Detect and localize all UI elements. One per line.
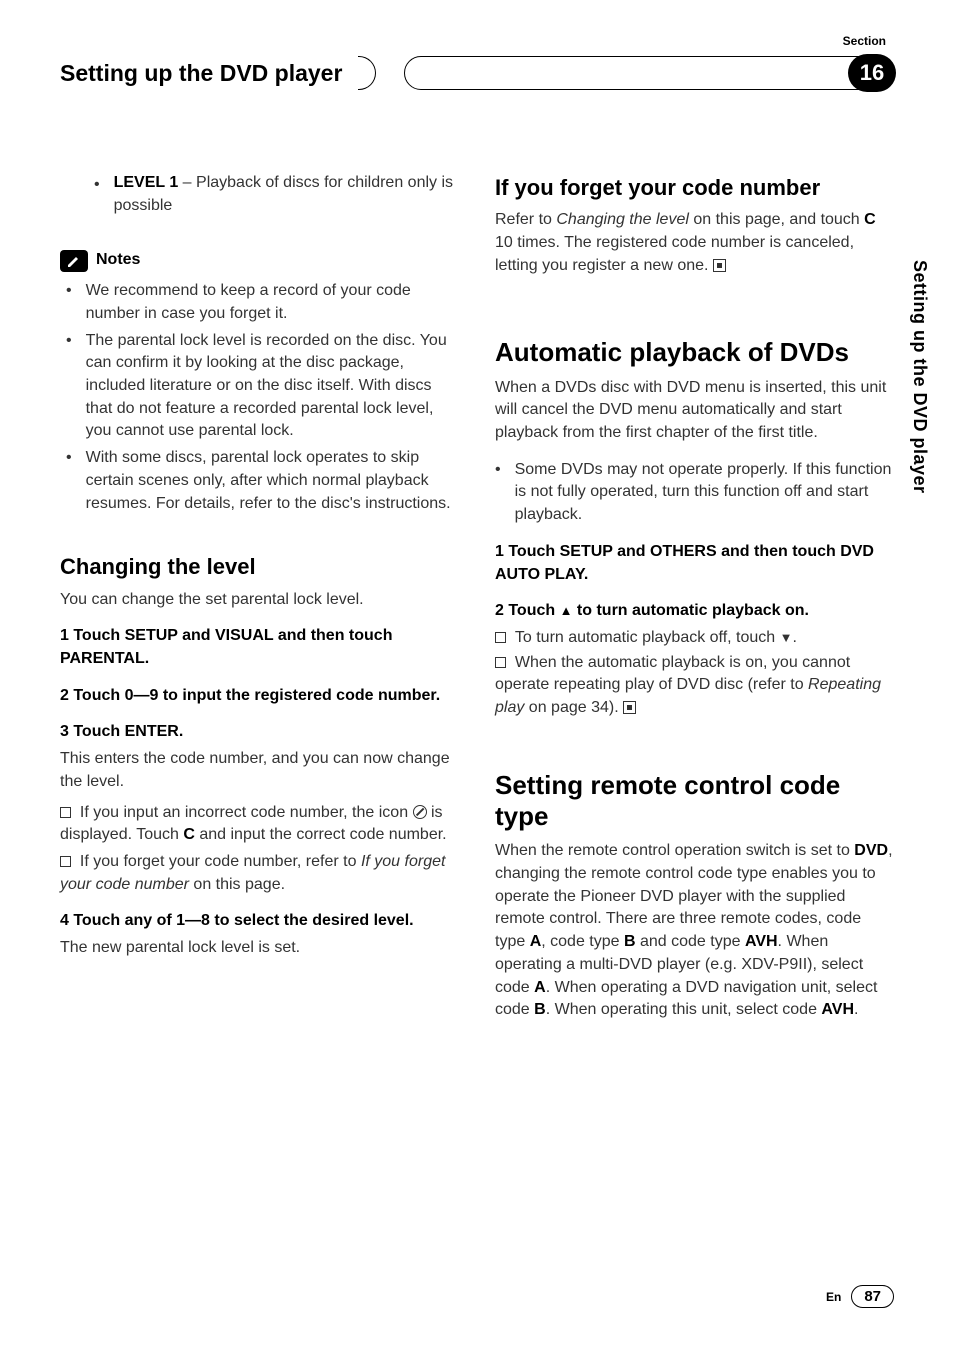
notes-label: Notes [96, 249, 140, 272]
bullet-icon: • [94, 172, 100, 217]
note-item: • The parental lock level is recorded on… [66, 330, 459, 444]
heading-auto-playback: Automatic playback of DVDs [495, 337, 894, 368]
page-footer: En 87 [826, 1285, 894, 1308]
triangle-down-icon [780, 629, 793, 646]
note-item: • With some discs, parental lock operate… [66, 447, 459, 515]
square-bullet-icon [495, 657, 506, 668]
step-4: 4 Touch any of 1—8 to select the desired… [60, 910, 459, 933]
level1-bullet: • LEVEL 1 – Playback of discs for childr… [94, 172, 459, 217]
note-text: We recommend to keep a record of your co… [86, 280, 459, 325]
end-section-icon [623, 701, 636, 714]
auto-playback-bullet: • Some DVDs may not operate properly. If… [495, 459, 894, 527]
forget-code-body: Refer to Changing the level on this page… [495, 209, 894, 277]
step-3-tip-2: If you forget your code number, refer to… [60, 851, 459, 896]
step-2: 2 Touch 0—9 to input the registered code… [60, 685, 459, 708]
bullet-icon: • [66, 330, 72, 444]
section-label: Section [843, 34, 886, 48]
pencil-icon [60, 250, 88, 272]
auto-tip-1: To turn automatic playback off, touch . [495, 627, 894, 650]
bullet-icon: • [495, 459, 501, 527]
note-text: The parental lock level is recorded on t… [86, 330, 459, 444]
left-column: • LEVEL 1 – Playback of discs for childr… [60, 172, 459, 1022]
square-bullet-icon [60, 856, 71, 867]
note-text: With some discs, parental lock operates … [86, 447, 459, 515]
footer-page-number: 87 [851, 1285, 894, 1308]
step-3-body: This enters the code number, and you can… [60, 748, 459, 793]
square-bullet-icon [60, 807, 71, 818]
chapter-title-cap [358, 56, 376, 90]
heading-forget-code: If you forget your code number [495, 172, 894, 203]
chapter-pill [404, 56, 894, 90]
heading-remote-code: Setting remote control code type [495, 770, 894, 832]
page-header: Section 16 Setting up the DVD player [60, 40, 894, 92]
step-3-tip-1: If you input an incorrect code number, t… [60, 802, 459, 847]
step-3: 3 Touch ENTER. [60, 721, 459, 744]
step-1: 1 Touch SETUP and VISUAL and then touch … [60, 625, 459, 670]
auto-step-1: 1 Touch SETUP and OTHERS and then touch … [495, 541, 894, 586]
bullet-icon: • [66, 447, 72, 515]
side-tab-label: Setting up the DVD player [909, 260, 930, 494]
prohibit-icon [413, 805, 427, 819]
chapter-title: Setting up the DVD player [60, 60, 360, 87]
footer-language: En [826, 1290, 841, 1304]
content-columns: • LEVEL 1 – Playback of discs for childr… [60, 172, 894, 1022]
end-section-icon [713, 259, 726, 272]
auto-playback-bullet-text: Some DVDs may not operate properly. If t… [515, 459, 894, 527]
chapter-number-badge: 16 [848, 54, 896, 92]
right-column: If you forget your code number Refer to … [495, 172, 894, 1022]
auto-tip-2: When the automatic playback is on, you c… [495, 652, 894, 720]
auto-playback-intro: When a DVDs disc with DVD menu is insert… [495, 377, 894, 445]
changing-level-intro: You can change the set parental lock lev… [60, 589, 459, 612]
note-item: • We recommend to keep a record of your … [66, 280, 459, 325]
bullet-icon: • [66, 280, 72, 325]
heading-changing-level: Changing the level [60, 551, 459, 582]
remote-code-body: When the remote control operation switch… [495, 840, 894, 1022]
auto-step-2: 2 Touch to turn automatic playback on. [495, 600, 894, 623]
step-4-body: The new parental lock level is set. [60, 937, 459, 960]
triangle-up-icon [560, 602, 573, 619]
level1-label: LEVEL 1 [114, 174, 179, 191]
chapter-bar: 16 Setting up the DVD player [60, 56, 894, 90]
square-bullet-icon [495, 632, 506, 643]
notes-heading: Notes [60, 249, 459, 272]
